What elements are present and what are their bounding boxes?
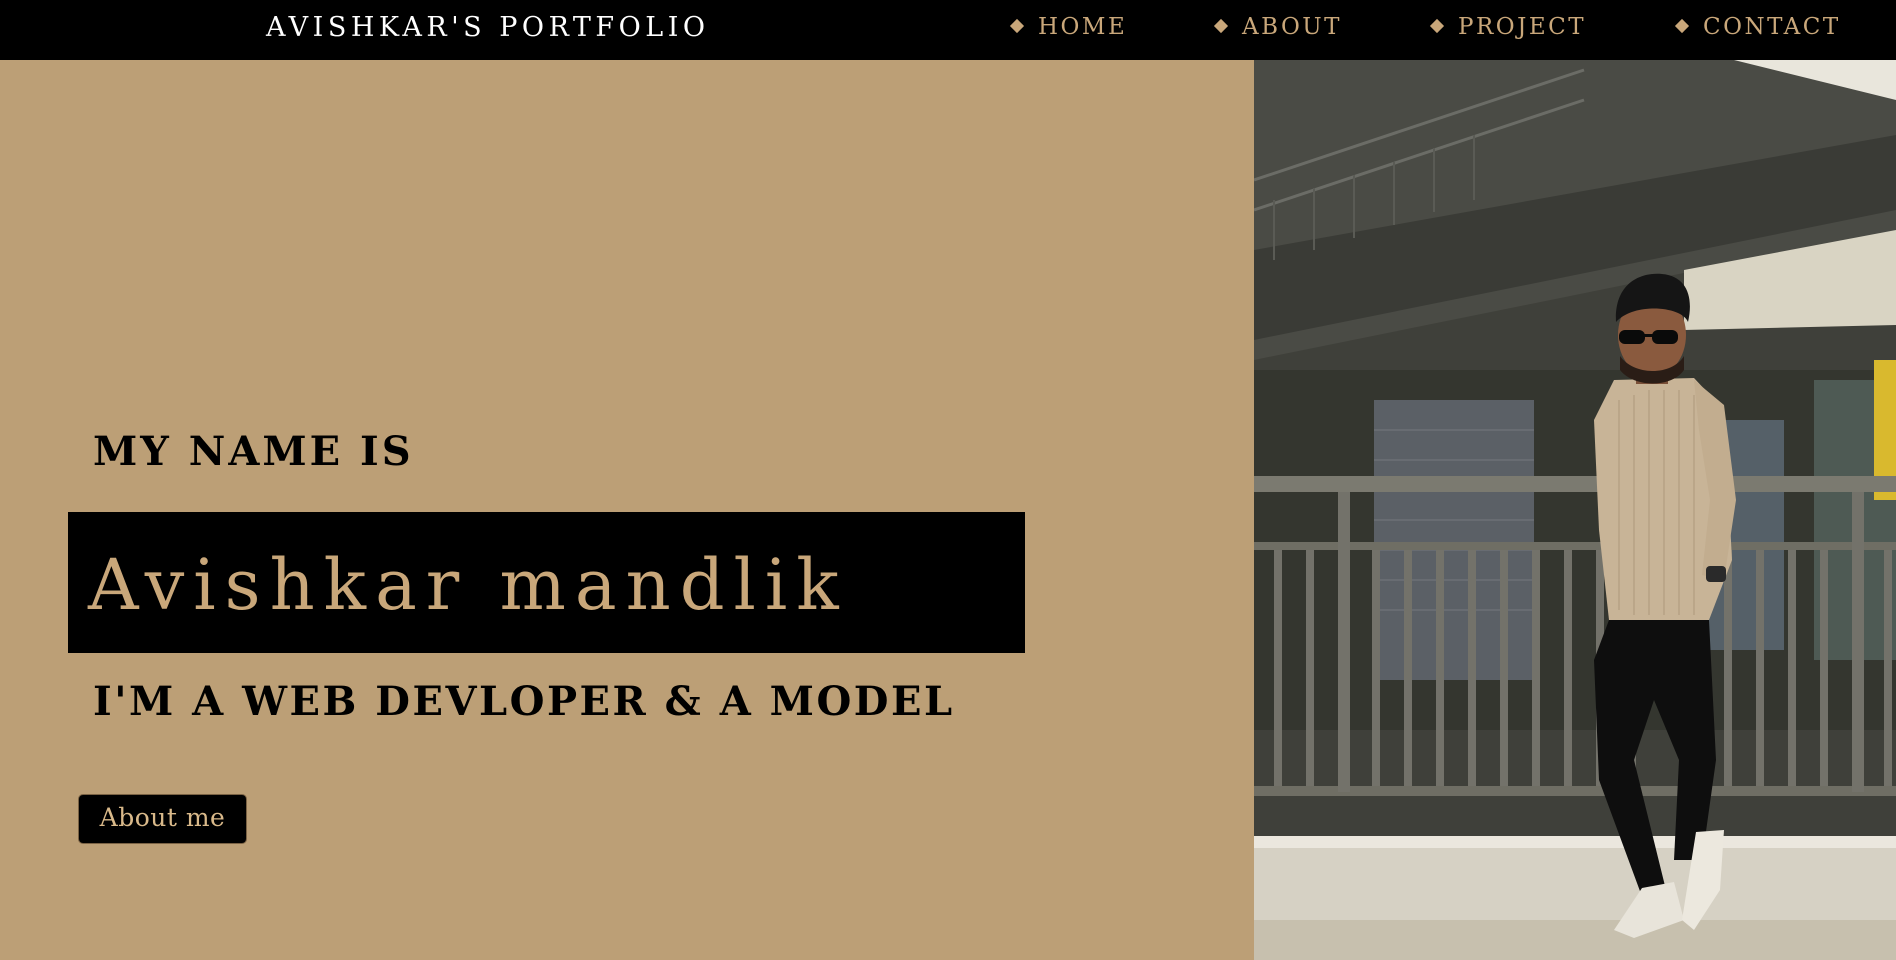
nav-item-label: CONTACT bbox=[1703, 14, 1841, 40]
hero-role: I'M A WEB DEVLOPER & A MODEL bbox=[93, 678, 955, 725]
nav-item-label: PROJECT bbox=[1458, 14, 1587, 40]
nav-item-home[interactable]: HOME bbox=[1009, 0, 1128, 60]
site-brand[interactable]: AVISHKAR'S PORTFOLIO bbox=[266, 0, 710, 60]
diamond-icon bbox=[1213, 18, 1229, 34]
nav-item-label: ABOUT bbox=[1242, 14, 1343, 40]
diamond-icon bbox=[1674, 18, 1690, 34]
hero-name: Avishkar mandlik bbox=[88, 544, 848, 626]
nav-item-about[interactable]: ABOUT bbox=[1213, 0, 1343, 60]
nav-item-label: HOME bbox=[1038, 14, 1128, 40]
nav-item-project[interactable]: PROJECT bbox=[1429, 0, 1587, 60]
hero-section: MY NAME IS Avishkar mandlik I'M A WEB DE… bbox=[0, 60, 1254, 960]
diamond-icon bbox=[1429, 18, 1445, 34]
hero-portrait-image bbox=[1254, 60, 1896, 960]
hero-name-box: Avishkar mandlik bbox=[68, 512, 1025, 653]
about-me-button[interactable]: About me bbox=[78, 794, 247, 844]
diamond-icon bbox=[1009, 18, 1025, 34]
hero-intro: MY NAME IS bbox=[93, 428, 414, 475]
nav-item-contact[interactable]: CONTACT bbox=[1674, 0, 1841, 60]
navbar: AVISHKAR'S PORTFOLIO HOME ABOUT PROJECT … bbox=[0, 0, 1896, 60]
